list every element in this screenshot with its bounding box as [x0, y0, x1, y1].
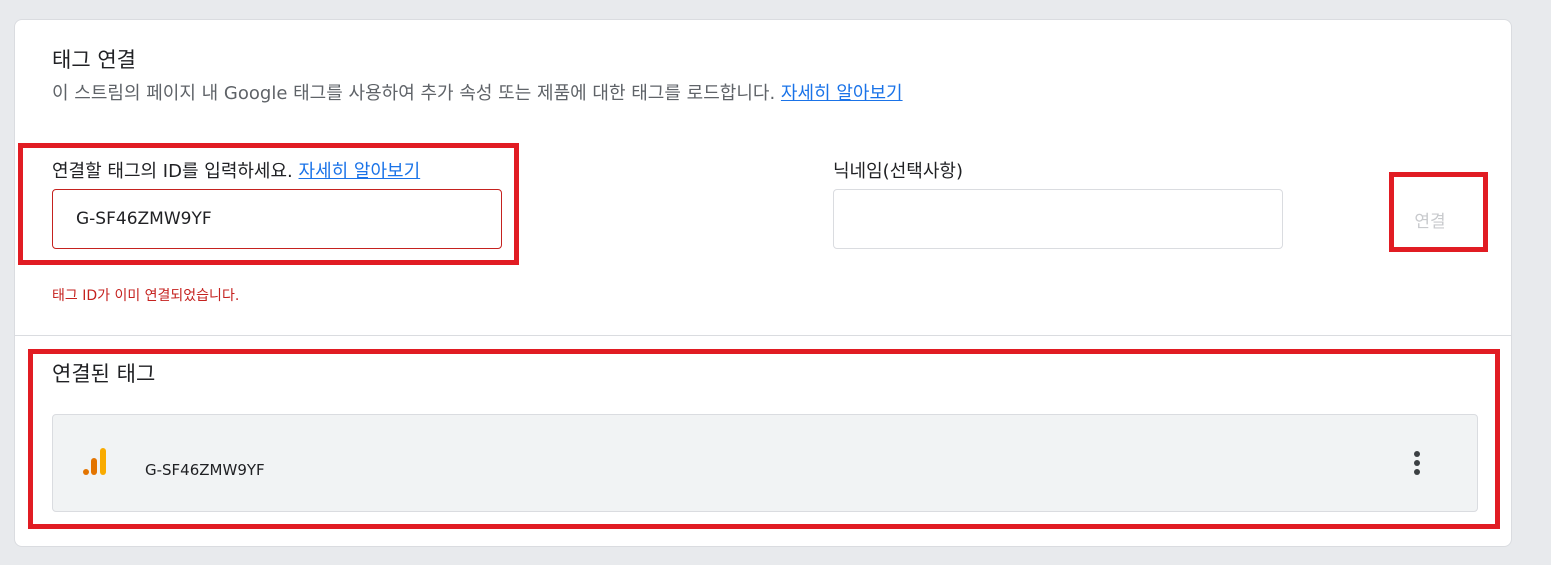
- google-analytics-icon: [83, 448, 106, 475]
- connected-tags-title: 연결된 태그: [52, 362, 156, 386]
- more-vert-icon[interactable]: [1401, 445, 1433, 481]
- error-message: 태그 ID가 이미 연결되었습니다.: [52, 288, 240, 304]
- tag-connection-card: 태그 연결 이 스트림의 페이지 내 Google 태그를 사용하여 추가 속성…: [14, 19, 1512, 547]
- description-text: 이 스트림의 페이지 내 Google 태그를 사용하여 추가 속성 또는 제품…: [52, 83, 776, 104]
- tag-id-label-text: 연결할 태그의 ID를 입력하세요.: [52, 161, 293, 182]
- description: 이 스트림의 페이지 내 Google 태그를 사용하여 추가 속성 또는 제품…: [52, 82, 903, 106]
- learn-more-link[interactable]: 자세히 알아보기: [781, 83, 903, 104]
- nickname-label: 닉네임(선택사항): [833, 161, 963, 182]
- divider: [15, 335, 1511, 336]
- tag-id-label: 연결할 태그의 ID를 입력하세요. 자세히 알아보기: [52, 160, 420, 184]
- page-title: 태그 연결: [52, 48, 136, 72]
- connected-tag-id: G-SF46ZMW9YF: [145, 461, 265, 479]
- tag-id-learn-more-link[interactable]: 자세히 알아보기: [299, 161, 421, 182]
- connected-tag-row[interactable]: G-SF46ZMW9YF: [52, 414, 1478, 512]
- tag-id-input[interactable]: [52, 189, 502, 249]
- nickname-input[interactable]: [833, 189, 1283, 249]
- connect-button[interactable]: 연결: [1395, 184, 1465, 254]
